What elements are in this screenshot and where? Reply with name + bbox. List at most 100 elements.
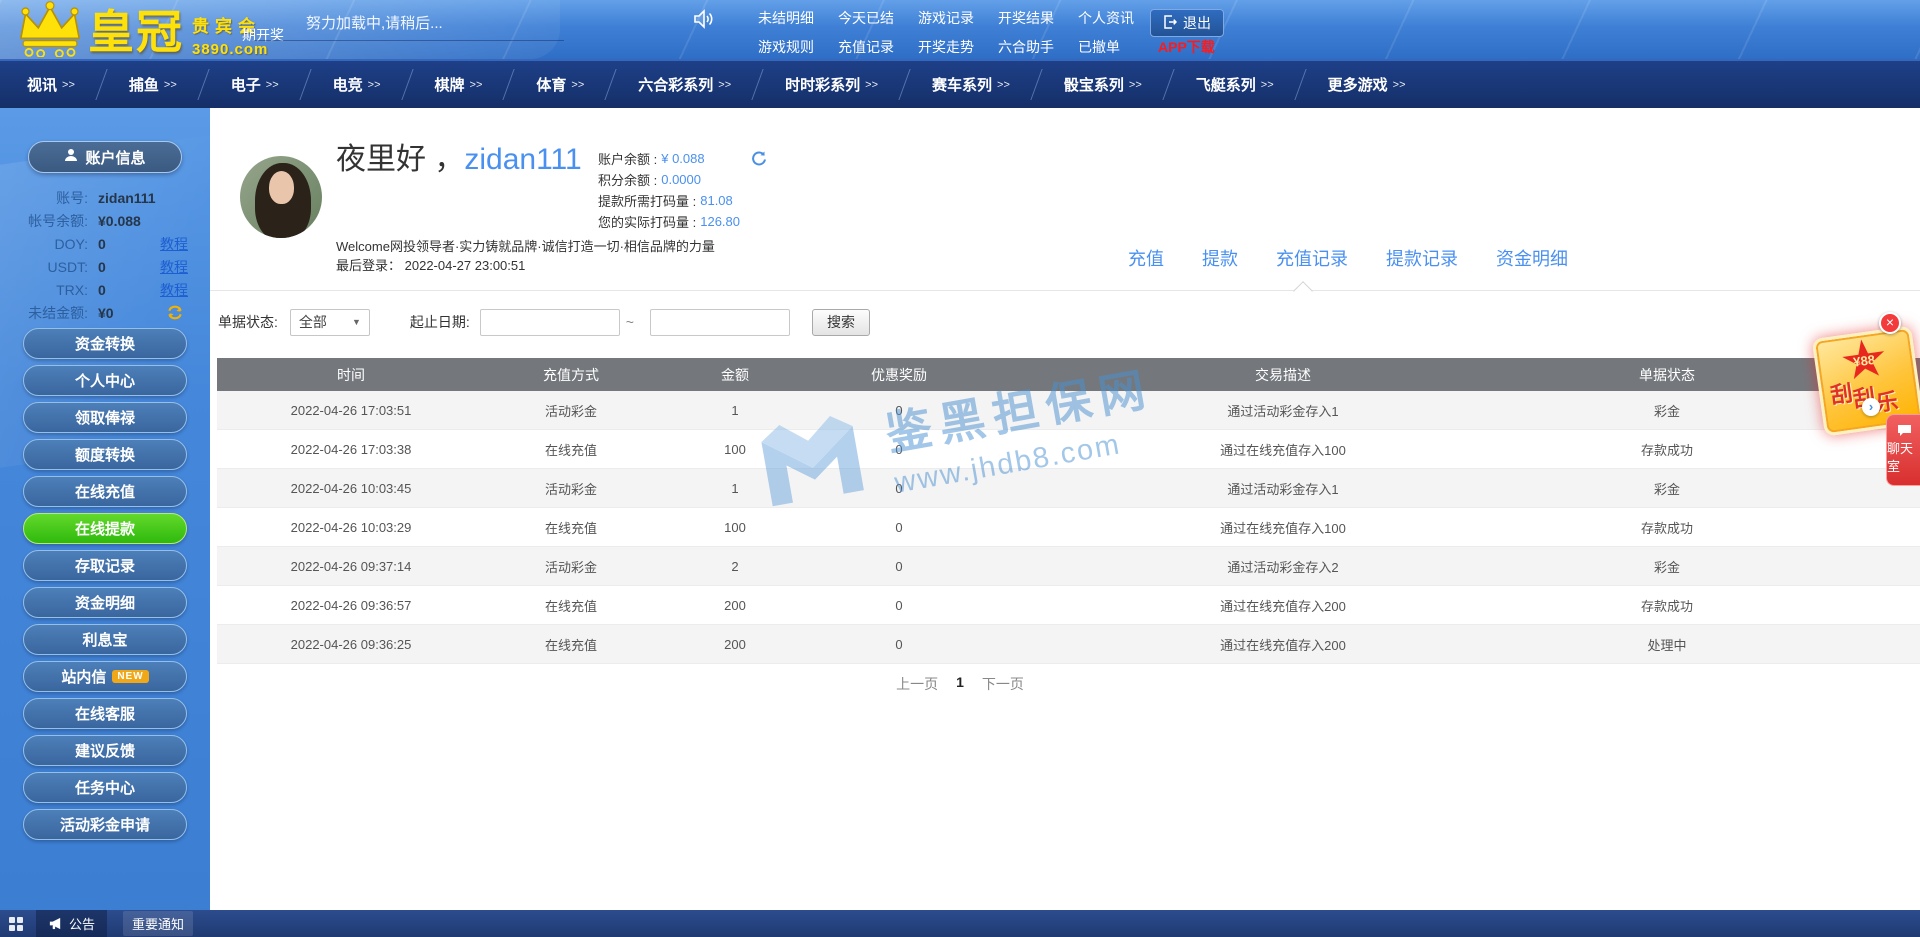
sidebar-item[interactable]: 建议反馈	[23, 735, 187, 766]
table-cell: 通过活动彩金存入1	[1227, 403, 1339, 419]
table-body: 2022-04-26 17:03:51 活动彩金 1 0 通过活动彩金存入1 彩金 2022…	[217, 391, 1920, 664]
tutorial-link[interactable]: 教程	[160, 257, 188, 277]
record-tab[interactable]: 充值	[1128, 245, 1164, 271]
record-tab[interactable]: 提款	[1202, 245, 1238, 271]
chat-label-char: 室	[1887, 459, 1901, 474]
sidebar-item[interactable]: 资金明细	[23, 587, 187, 618]
sidebar-item[interactable]: 任务中心	[23, 772, 187, 803]
last-login-value: 2022-04-27 23:00:51	[404, 258, 526, 273]
sidebar-item[interactable]: 在线客服	[23, 698, 187, 729]
sidebar-item[interactable]: 在线充值	[23, 476, 187, 507]
nav-item[interactable]: 飞艇系列 >>	[1169, 61, 1301, 108]
stat-value: 126.80	[700, 214, 740, 229]
megaphone-icon	[48, 916, 63, 931]
record-tab[interactable]: 资金明细	[1496, 245, 1568, 271]
sidebar-item[interactable]: 领取俸禄	[23, 402, 187, 433]
nav-item-label: 体育	[536, 77, 567, 94]
widget-handle[interactable]: ›	[1862, 398, 1880, 416]
tutorial-link[interactable]: 教程	[160, 280, 188, 300]
sidebar-item[interactable]: 个人中心	[23, 365, 187, 396]
account-info-row: 未结金额: ¥0	[0, 301, 210, 324]
table-cell: 通过在线充值存入100	[1220, 442, 1346, 458]
sidebar-item[interactable]: 额度转换	[23, 439, 187, 470]
greeting: 夜里好 ，zidan111	[336, 134, 582, 178]
sidebar-item-label: 个人中心	[74, 373, 135, 390]
nav-item[interactable]: 骰宝系列 >>	[1037, 61, 1169, 108]
current-page[interactable]: 1	[956, 674, 964, 694]
table-cell: 通过在线充值存入100	[1220, 520, 1346, 536]
nav-item[interactable]: 赛车系列 >>	[905, 61, 1037, 108]
account-info-value: 0	[98, 281, 106, 298]
tutorial-link[interactable]: 教程	[160, 234, 188, 254]
nav-item[interactable]: 视讯 >>	[0, 61, 102, 108]
nav-item-label: 电子	[230, 77, 261, 94]
new-badge: NEW	[112, 670, 149, 683]
speaker-icon[interactable]	[692, 8, 714, 35]
sidebar-item[interactable]: 站内信 NEW	[23, 661, 187, 692]
account-info-label: DOY:	[54, 235, 88, 252]
table-cell: 0	[895, 558, 903, 574]
header-link[interactable]: 开奖结果	[998, 8, 1054, 28]
header-link[interactable]: 未结明细	[758, 8, 814, 28]
date-start-input[interactable]	[479, 308, 620, 336]
nav-item[interactable]: 六合彩系列 >>	[611, 61, 758, 108]
site-logo[interactable]: 皇冠 贵宾会 3890.com	[12, 1, 268, 62]
sidebar-item[interactable]: 活动彩金申请	[23, 809, 187, 840]
table-cell: 2022-04-26 09:36:57	[290, 597, 412, 613]
refresh-icon[interactable]	[166, 305, 184, 320]
status-select[interactable]: 全部 ▼	[289, 308, 370, 336]
sidebar-menu: 资金转换个人中心领取俸禄额度转换在线充值在线提款存取记录资金明细利息宝站内信 NE…	[0, 328, 210, 846]
balance-stat-row: 您的实际打码量 :126.80	[598, 211, 740, 232]
header-link[interactable]: 充值记录	[838, 37, 894, 57]
chat-room-tab[interactable]: 聊天室	[1886, 414, 1920, 486]
account-info-label: 账号:	[56, 189, 88, 206]
header-link[interactable]: 游戏规则	[758, 37, 814, 57]
header-link[interactable]: 已撤单	[1078, 37, 1134, 57]
chevrons-icon: >>	[265, 78, 279, 91]
nav-item[interactable]: 时时彩系列 >>	[758, 61, 905, 108]
apps-grid-icon[interactable]	[8, 916, 24, 932]
header-link[interactable]: 今天已结	[838, 8, 894, 28]
nav-item[interactable]: 电子 >>	[204, 61, 306, 108]
nav-item[interactable]: 捕鱼 >>	[102, 61, 204, 108]
nav-item-label: 时时彩系列	[785, 77, 861, 94]
table-cell: 活动彩金	[544, 559, 597, 575]
prev-page-button[interactable]: 上一页	[896, 674, 938, 694]
header-link[interactable]: 开奖走势	[918, 37, 974, 57]
header-link[interactable]: APP下载	[1158, 37, 1215, 57]
table-cell: 100	[724, 519, 746, 535]
account-info-button[interactable]: 账户信息	[28, 141, 182, 173]
sidebar-item[interactable]: 资金转换	[23, 328, 187, 359]
nav-item[interactable]: 棋牌 >>	[408, 61, 510, 108]
record-tab[interactable]: 充值记录	[1276, 245, 1348, 271]
refresh-balance-icon[interactable]	[750, 150, 767, 172]
table-cell: 2022-04-26 09:37:14	[290, 558, 412, 574]
header-link[interactable]: 游戏记录	[918, 8, 974, 28]
sidebar-item[interactable]: 利息宝	[23, 624, 187, 655]
logout-button[interactable]: 退出	[1150, 9, 1224, 37]
next-page-button[interactable]: 下一页	[982, 674, 1024, 694]
nav-item[interactable]: 电竞 >>	[306, 61, 408, 108]
page: 皇冠 贵宾会 3890.com 期开奖 努力加载中,请稍后... 未结明细 今天已…	[0, 0, 1920, 937]
announcement-button[interactable]: 公告	[36, 910, 108, 937]
sidebar-item-label: 额度转换	[74, 447, 135, 464]
draw-period-label: 期开奖	[242, 27, 284, 43]
sidebar-item-label: 资金明细	[74, 595, 135, 612]
table-column-header: 时间	[337, 366, 365, 383]
record-tab[interactable]: 提款记录	[1386, 245, 1458, 271]
footer-notice-item[interactable]: 重要通知	[123, 911, 194, 936]
close-icon[interactable]: ×	[1879, 312, 1901, 334]
header-link[interactable]: 六合助手	[998, 37, 1054, 57]
date-range-label: 起止日期:	[409, 314, 470, 330]
sidebar-item[interactable]: 在线提款	[23, 513, 187, 544]
sidebar-item-label: 在线提款	[74, 521, 135, 538]
nav-item[interactable]: 体育 >>	[509, 61, 611, 108]
header-link[interactable]: 个人资讯	[1078, 8, 1134, 28]
chevrons-icon: >>	[718, 78, 732, 91]
nav-item[interactable]: 更多游戏 >>	[1301, 61, 1433, 108]
sidebar-item[interactable]: 存取记录	[23, 550, 187, 581]
table-cell: 0	[895, 636, 903, 652]
date-end-input[interactable]	[649, 308, 790, 336]
nav-item-label: 飞艇系列	[1195, 77, 1256, 94]
search-button[interactable]: 搜索	[811, 308, 870, 336]
